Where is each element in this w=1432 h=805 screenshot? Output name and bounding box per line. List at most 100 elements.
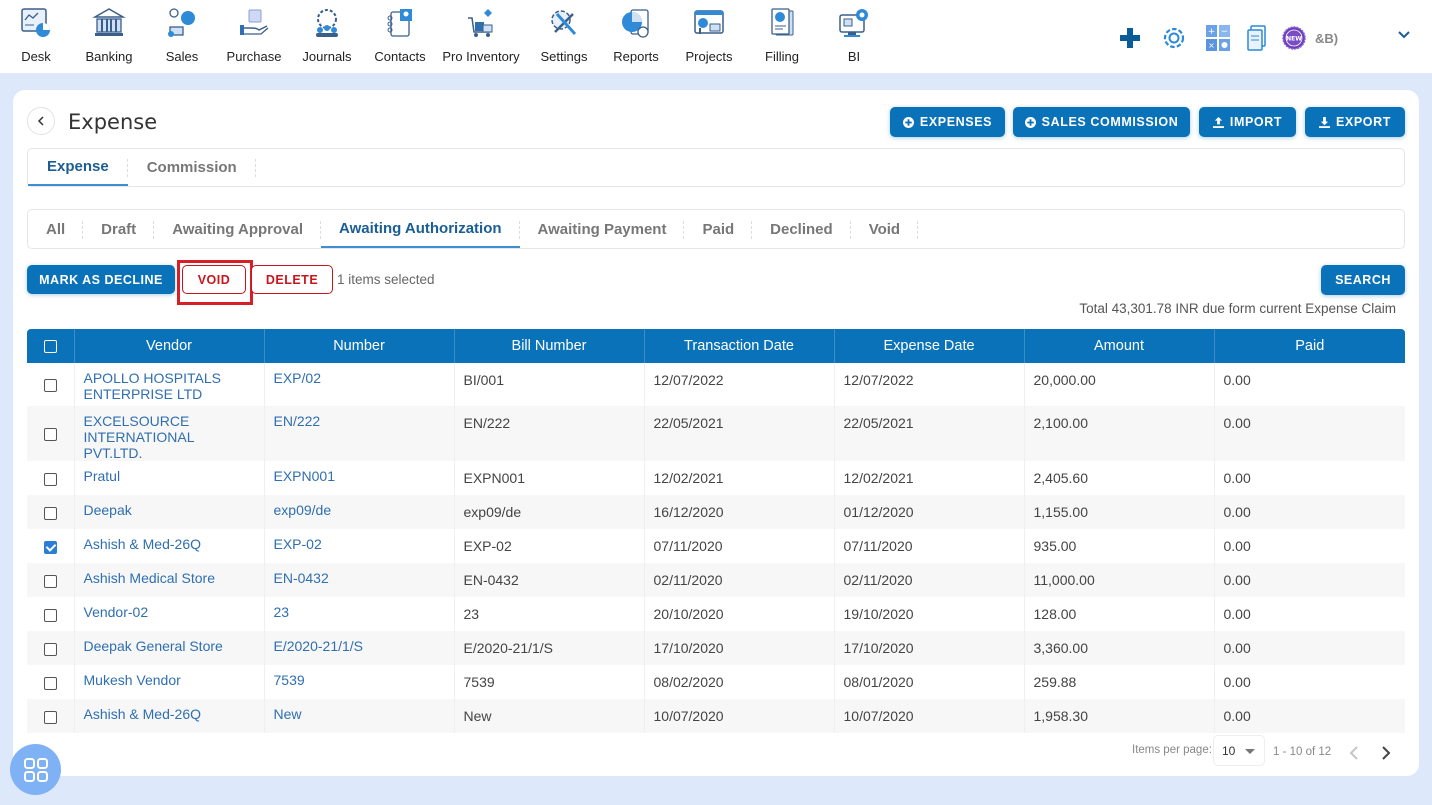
row-checkbox[interactable] [43,676,57,690]
row-checkbox[interactable] [43,472,57,486]
vendor-cell[interactable]: Deepak [74,495,265,529]
select-all-cell [27,329,75,363]
table-row[interactable]: Deepak exp09/de exp09/de 16/12/2020 01/12/20… [27,495,1405,529]
delete-button[interactable]: DELETE [251,265,333,294]
chevron-down-icon[interactable] [1396,27,1412,48]
number-cell[interactable]: New [264,699,455,733]
number-cell[interactable]: 7539 [264,665,455,699]
column-header-transaction-date[interactable]: Transaction Date [644,329,835,363]
table-row[interactable]: Ashish Medical Store EN-0432 EN-0432 02/11/… [27,563,1405,597]
add-sales-commission-button[interactable]: SALES COMMISSION [1013,107,1190,137]
tab-label: All [46,220,66,238]
column-header-bill-number[interactable]: Bill Number [454,329,645,363]
add-expenses-button[interactable]: EXPENSES [890,107,1005,137]
table-row[interactable]: Vendor-02 23 23 20/10/2020 19/10/2020 128.00 0… [27,597,1405,631]
row-select-cell [27,563,75,597]
vendor-cell[interactable]: Ashish & Med-26Q [74,529,265,563]
select-all-checkbox[interactable] [43,339,57,353]
gear-icon[interactable] [1160,25,1188,51]
table-row[interactable]: EXCELSOURCE INTERNATIONAL PVT.LTD. EN/222… [27,406,1405,461]
vendor-cell[interactable]: Deepak General Store [74,631,265,665]
import-button[interactable]: IMPORT [1199,107,1296,137]
number-cell[interactable]: EXPN001 [264,461,455,495]
status-tab-awaiting-payment[interactable]: Awaiting Payment [520,210,685,248]
row-checkbox[interactable] [43,574,57,588]
row-checkbox[interactable] [43,379,57,393]
number-cell[interactable]: EXP-02 [264,529,455,563]
export-button[interactable]: EXPORT [1305,107,1405,137]
new-badge-icon[interactable]: NEW [1281,26,1307,50]
previous-page-button[interactable] [1346,744,1362,762]
number-cell[interactable]: EXP/02 [264,363,455,406]
void-button[interactable]: VOID [182,265,246,294]
app-menu-button[interactable] [10,744,61,795]
nav-filling[interactable]: Filling [746,6,818,64]
vendor-cell[interactable]: Ashish Medical Store [74,563,265,597]
status-tab-declined[interactable]: Declined [752,210,851,248]
nav-settings[interactable]: Settings [528,6,600,64]
row-checkbox[interactable] [43,642,57,656]
column-header-paid[interactable]: Paid [1214,329,1405,363]
row-select-cell [27,631,75,665]
table-row[interactable]: Deepak General Store E/2020-21/1/S E/2020-… [27,631,1405,665]
nav-projects[interactable]: Projects [673,6,745,64]
table-row[interactable]: Ashish & Med-26Q New New 10/07/2020 10/07/20… [27,699,1405,733]
nav-reports[interactable]: Reports [600,6,672,64]
nav-bi[interactable]: BI [818,6,890,64]
number-cell[interactable]: 23 [264,597,455,631]
calculator-icon[interactable]: + − × [1205,25,1231,51]
column-header-vendor[interactable]: Vendor [74,329,265,363]
back-button[interactable] [27,107,55,135]
amount-cell: 3,360.00 [1024,631,1215,665]
tab-expense[interactable]: Expense [28,149,128,186]
nav-banking[interactable]: Banking [73,6,145,64]
status-tab-draft[interactable]: Draft [83,210,155,248]
table-row[interactable]: APOLLO HOSPITALS ENTERPRISE LTD EXP/02 BI/… [27,363,1405,406]
documents-icon[interactable] [1245,25,1269,51]
status-tab-awaiting-approval[interactable]: Awaiting Approval [154,210,322,248]
row-checkbox[interactable] [43,428,57,442]
column-header-expense-date[interactable]: Expense Date [834,329,1025,363]
row-checkbox[interactable] [43,506,57,520]
filling-icon [771,8,794,36]
status-tab-paid[interactable]: Paid [684,210,753,248]
table-row[interactable]: Mukesh Vendor 7539 7539 08/02/2020 08/01/202… [27,665,1405,699]
row-select-cell [27,461,75,495]
mark-as-decline-button[interactable]: MARK AS DECLINE [27,265,175,294]
search-button[interactable]: SEARCH [1321,265,1405,295]
number-cell[interactable]: E/2020-21/1/S [264,631,455,665]
row-checkbox[interactable] [43,710,57,724]
status-tab-awaiting-authorization[interactable]: Awaiting Authorization [321,210,520,248]
nav-pro-inventory[interactable]: Pro Inventory [437,6,525,64]
plus-icon[interactable] [1116,27,1144,49]
button-label: EXPENSES [919,115,993,129]
nav-desk[interactable]: Desk [0,6,72,64]
company-name[interactable]: &B) [1315,31,1338,46]
vendor-cell[interactable]: EXCELSOURCE INTERNATIONAL PVT.LTD. [74,406,265,461]
nav-sales[interactable]: Sales [146,6,218,64]
number-cell[interactable]: EN-0432 [264,563,455,597]
bill-number-cell: E/2020-21/1/S [454,631,645,665]
nav-purchase[interactable]: Purchase [218,6,290,64]
vendor-cell[interactable]: APOLLO HOSPITALS ENTERPRISE LTD [74,363,265,406]
vendor-cell[interactable]: Ashish & Med-26Q [74,699,265,733]
vendor-cell[interactable]: Vendor-02 [74,597,265,631]
row-checkbox[interactable] [43,608,57,622]
column-header-number[interactable]: Number [264,329,455,363]
table-row[interactable]: Ashish & Med-26Q EXP-02 EXP-02 07/11/2020 07… [27,529,1405,563]
nav-label: Pro Inventory [442,49,520,64]
vendor-cell[interactable]: Pratul [74,461,265,495]
items-per-page-select[interactable]: 10 [1213,735,1265,766]
status-tab-all[interactable]: All [28,210,84,248]
table-row[interactable]: Pratul EXPN001 EXPN001 12/02/2021 12/02/2021… [27,461,1405,495]
status-tab-void[interactable]: Void [851,210,919,248]
number-cell[interactable]: exp09/de [264,495,455,529]
nav-contacts[interactable]: Contacts [364,6,436,64]
column-header-amount[interactable]: Amount [1024,329,1215,363]
next-page-button[interactable] [1378,744,1394,762]
nav-journals[interactable]: Journals [291,6,363,64]
vendor-cell[interactable]: Mukesh Vendor [74,665,265,699]
row-checkbox[interactable] [43,540,57,554]
number-cell[interactable]: EN/222 [264,406,455,461]
tab-commission[interactable]: Commission [128,149,256,186]
